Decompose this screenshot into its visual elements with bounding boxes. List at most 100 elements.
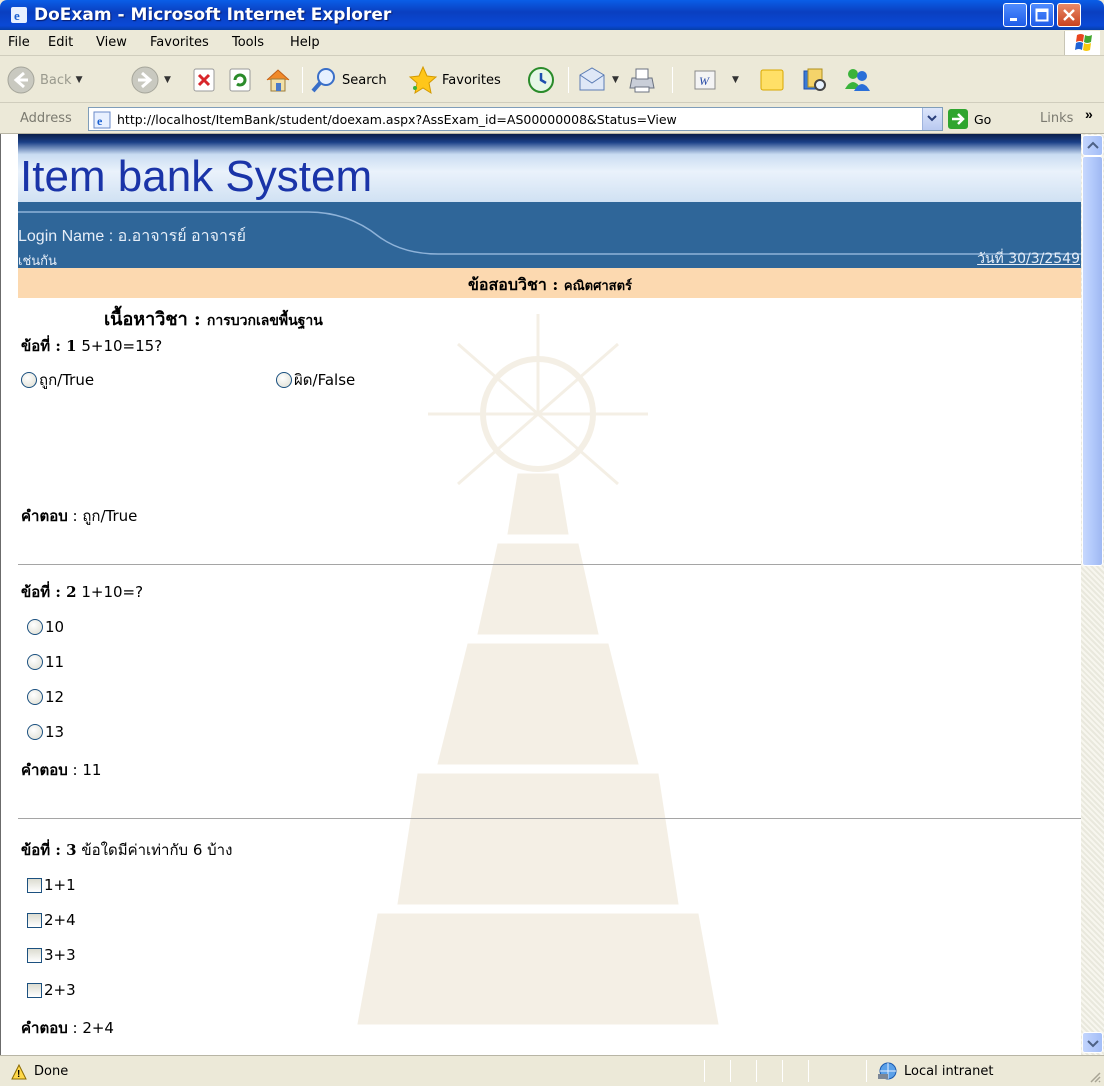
maximize-button[interactable] xyxy=(1030,3,1054,27)
radio-button[interactable] xyxy=(21,372,37,388)
refresh-button[interactable] xyxy=(228,65,254,95)
standard-toolbar: Back ▼ ▼ Search Favorites ▼ W ▼ xyxy=(0,57,1104,103)
web-page: Item bank System Login Name : อ.อาจารย์ … xyxy=(18,134,1082,1055)
option-checkbox[interactable]: 3+3 xyxy=(27,946,76,964)
option-label: 13 xyxy=(45,723,65,741)
page-done-icon: ! xyxy=(11,1063,27,1080)
menu-view[interactable]: View xyxy=(96,35,127,50)
toolbar-separator xyxy=(672,67,673,93)
svg-text:e: e xyxy=(97,114,103,128)
windows-flag-icon xyxy=(1075,34,1092,51)
menu-favorites[interactable]: Favorites xyxy=(150,35,209,50)
address-dropdown-button[interactable] xyxy=(922,108,942,130)
question-header: ข้อที่ : 2 1+10=? xyxy=(21,580,143,604)
checkbox[interactable] xyxy=(27,982,42,998)
forward-dropdown-icon[interactable]: ▼ xyxy=(164,75,171,85)
status-divider xyxy=(730,1060,731,1082)
option-label: 2+3 xyxy=(44,981,76,999)
back-dropdown-icon[interactable]: ▼ xyxy=(76,75,83,85)
toolbar-separator xyxy=(302,67,303,93)
question-header: ข้อที่ : 3 ข้อใดมีค่าเท่ากับ 6 บ้าง xyxy=(21,838,232,862)
option-label: 12 xyxy=(45,688,65,706)
question-text: 1+10=? xyxy=(81,583,144,601)
menu-tools[interactable]: Tools xyxy=(232,35,264,50)
question-divider xyxy=(18,564,1082,565)
discuss-button[interactable] xyxy=(758,65,786,95)
links-chevron-icon[interactable]: » xyxy=(1085,106,1093,122)
favorites-button[interactable]: Favorites xyxy=(408,65,501,95)
mail-button[interactable]: ▼ xyxy=(576,65,619,95)
status-divider xyxy=(808,1060,809,1082)
radio-button[interactable] xyxy=(27,724,43,740)
university-watermark xyxy=(357,314,719,1025)
history-button[interactable] xyxy=(526,65,556,95)
checkbox[interactable] xyxy=(27,912,42,928)
option-radio[interactable]: 11 xyxy=(27,653,64,671)
menu-bar: File Edit View Favorites Tools Help xyxy=(0,30,1104,56)
option-radio[interactable]: ผิด/False xyxy=(276,368,355,392)
research-icon xyxy=(803,68,826,91)
stop-button[interactable] xyxy=(192,65,218,95)
go-arrow-icon xyxy=(948,109,968,129)
menu-edit[interactable]: Edit xyxy=(48,35,73,50)
option-checkbox[interactable]: 1+1 xyxy=(27,876,76,894)
scroll-up-button[interactable] xyxy=(1082,135,1103,156)
minimize-icon xyxy=(1010,18,1017,21)
question-divider xyxy=(18,818,1082,819)
checkbox[interactable] xyxy=(27,947,42,963)
messenger-button[interactable] xyxy=(842,65,872,95)
option-checkbox[interactable]: 2+3 xyxy=(27,981,76,999)
close-button[interactable] xyxy=(1057,3,1081,27)
option-label: 11 xyxy=(45,653,65,671)
ie-icon: e xyxy=(11,7,27,23)
home-button[interactable] xyxy=(264,65,292,95)
option-radio[interactable]: 12 xyxy=(27,688,64,706)
topic-label: เนื้อหาวิชา : xyxy=(104,309,201,330)
maximize-icon xyxy=(1035,8,1049,22)
radio-button[interactable] xyxy=(27,654,43,670)
menu-help[interactable]: Help xyxy=(290,35,320,50)
answer-value: : 11 xyxy=(67,761,102,779)
question-number: ข้อที่ : 1 xyxy=(21,337,77,355)
option-checkbox[interactable]: 2+4 xyxy=(27,911,76,929)
search-button[interactable]: Search xyxy=(310,65,387,95)
answer-line: คำตอบ : 2+4 xyxy=(21,1016,114,1040)
radio-button[interactable] xyxy=(27,689,43,705)
edit-button[interactable]: W ▼ xyxy=(692,65,739,95)
edit-dropdown-icon[interactable]: ▼ xyxy=(732,75,739,85)
go-button[interactable]: Go xyxy=(948,109,991,129)
mail-dropdown-icon[interactable]: ▼ xyxy=(612,75,619,85)
arrow-up-icon xyxy=(1087,141,1099,149)
address-url: http://localhost/ItemBank/student/doexam… xyxy=(117,112,677,127)
menu-file[interactable]: File xyxy=(8,35,30,50)
checkbox[interactable] xyxy=(27,877,42,893)
radio-button[interactable] xyxy=(276,372,292,388)
answer-label: คำตอบ xyxy=(21,507,68,525)
option-radio[interactable]: 10 xyxy=(27,618,64,636)
question-number: ข้อที่ : 2 xyxy=(21,583,77,601)
forward-button[interactable]: ▼ xyxy=(130,65,171,95)
links-toolbar[interactable]: Links xyxy=(1040,111,1073,126)
scroll-down-button[interactable] xyxy=(1082,1032,1103,1053)
answer-label: คำตอบ xyxy=(21,761,68,779)
search-icon xyxy=(311,68,335,93)
vertical-scrollbar[interactable] xyxy=(1081,134,1104,1055)
resize-grip-icon[interactable] xyxy=(1088,1070,1102,1084)
site-header: Item bank System xyxy=(18,134,1082,202)
svg-text:e: e xyxy=(14,8,20,23)
minimize-button[interactable] xyxy=(1003,3,1027,27)
status-text: Done xyxy=(34,1064,69,1079)
address-input[interactable]: e http://localhost/ItemBank/student/doex… xyxy=(88,107,943,131)
radio-button[interactable] xyxy=(27,619,43,635)
toolbar-separator xyxy=(568,67,569,93)
address-label: Address xyxy=(20,111,72,126)
stop-icon xyxy=(193,68,215,92)
scroll-thumb[interactable] xyxy=(1082,156,1103,566)
option-radio[interactable]: ถูก/True xyxy=(21,368,94,392)
research-button[interactable] xyxy=(800,65,830,95)
option-radio[interactable]: 13 xyxy=(27,723,64,741)
print-button[interactable] xyxy=(626,65,658,95)
topic-value: การบวกเลขพื้นฐาน xyxy=(206,313,323,329)
status-divider xyxy=(782,1060,783,1082)
back-button[interactable]: Back ▼ xyxy=(6,65,82,95)
